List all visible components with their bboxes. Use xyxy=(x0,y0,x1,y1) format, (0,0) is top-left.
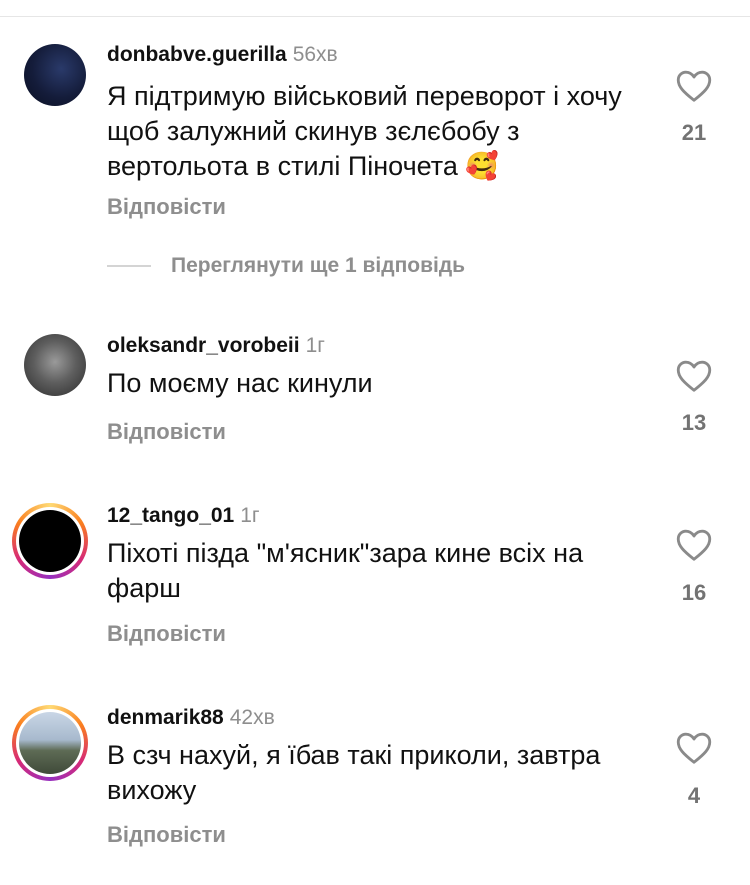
view-more-replies[interactable]: Переглянути ще 1 відповідь xyxy=(107,252,465,280)
timestamp: 1г xyxy=(305,334,325,357)
top-divider xyxy=(0,16,750,17)
reply-button[interactable]: Відповісти xyxy=(107,621,226,647)
heart-outline-icon xyxy=(676,360,712,392)
thread-line xyxy=(107,265,151,267)
username[interactable]: donbabve.guerilla xyxy=(107,43,287,66)
avatar[interactable] xyxy=(24,44,86,106)
reply-button[interactable]: Відповісти xyxy=(107,822,226,848)
avatar[interactable] xyxy=(24,334,86,396)
avatar[interactable] xyxy=(12,705,88,781)
like-count: 16 xyxy=(681,580,707,605)
comment-text: Я підтримую військовий переворот і хочу … xyxy=(107,81,622,181)
comment-text: Піхоті пізда "м'ясник"зара кине всіх на … xyxy=(107,538,584,603)
timestamp: 1г xyxy=(240,504,260,527)
comment-text: В сзч нахуй, я їбав такі приколи, завтра… xyxy=(107,740,601,805)
reply-button[interactable]: Відповісти xyxy=(107,194,226,220)
timestamp: 56хв xyxy=(292,43,338,66)
like-button[interactable] xyxy=(676,69,712,103)
view-more-replies-label: Переглянути ще 1 відповідь xyxy=(171,254,466,277)
comment-meta: denmarik88 42хв xyxy=(107,705,275,731)
username[interactable]: 12_tango_01 xyxy=(107,504,234,527)
comment-text: По моєму нас кинули xyxy=(107,368,373,398)
heart-outline-icon xyxy=(676,529,712,561)
like-button[interactable] xyxy=(676,359,712,393)
like-count: 4 xyxy=(687,783,701,808)
heart-outline-icon xyxy=(676,732,712,764)
like-count: 13 xyxy=(681,410,707,435)
comment-meta: oleksandr_vorobeii 1г xyxy=(107,333,325,359)
like-button[interactable] xyxy=(676,528,712,562)
username[interactable]: oleksandr_vorobeii xyxy=(107,334,300,357)
username[interactable]: denmarik88 xyxy=(107,706,224,729)
avatar[interactable] xyxy=(12,503,88,579)
comment-meta: 12_tango_01 1г xyxy=(107,503,260,529)
like-button[interactable] xyxy=(676,731,712,765)
comment-meta: donbabve.guerilla 56хв xyxy=(107,42,338,68)
timestamp: 42хв xyxy=(229,706,275,729)
like-count: 21 xyxy=(681,120,707,145)
reply-button[interactable]: Відповісти xyxy=(107,419,226,445)
heart-outline-icon xyxy=(676,70,712,102)
